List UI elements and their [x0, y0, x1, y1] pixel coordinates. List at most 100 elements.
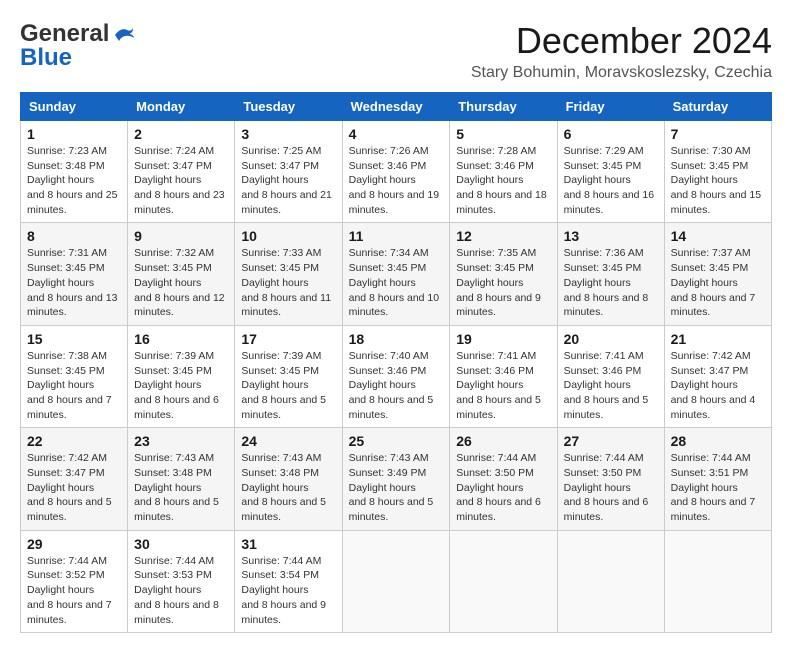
day-number: 25 [349, 433, 444, 449]
calendar-week-row: 8 Sunrise: 7:31 AM Sunset: 3:45 PM Dayli… [21, 223, 772, 325]
day-info: Sunrise: 7:41 AM Sunset: 3:46 PM Dayligh… [564, 349, 658, 422]
day-number: 12 [456, 228, 550, 244]
day-info: Sunrise: 7:42 AM Sunset: 3:47 PM Dayligh… [671, 349, 765, 422]
calendar-header-saturday: Saturday [664, 93, 771, 121]
day-info: Sunrise: 7:37 AM Sunset: 3:45 PM Dayligh… [671, 246, 765, 319]
calendar-cell: 5 Sunrise: 7:28 AM Sunset: 3:46 PM Dayli… [450, 121, 557, 223]
calendar-header-thursday: Thursday [450, 93, 557, 121]
day-number: 30 [134, 536, 228, 552]
day-number: 26 [456, 433, 550, 449]
day-info: Sunrise: 7:44 AM Sunset: 3:54 PM Dayligh… [241, 554, 335, 627]
calendar-cell: 18 Sunrise: 7:40 AM Sunset: 3:46 PM Dayl… [342, 325, 450, 427]
day-number: 29 [27, 536, 121, 552]
day-info: Sunrise: 7:36 AM Sunset: 3:45 PM Dayligh… [564, 246, 658, 319]
day-info: Sunrise: 7:33 AM Sunset: 3:45 PM Dayligh… [241, 246, 335, 319]
calendar-cell: 23 Sunrise: 7:43 AM Sunset: 3:48 PM Dayl… [128, 428, 235, 530]
day-number: 19 [456, 331, 550, 347]
calendar-header-friday: Friday [557, 93, 664, 121]
page-header: General Blue December 2024 Stary Bohumin… [20, 20, 772, 82]
calendar-cell: 4 Sunrise: 7:26 AM Sunset: 3:46 PM Dayli… [342, 121, 450, 223]
day-info: Sunrise: 7:43 AM Sunset: 3:49 PM Dayligh… [349, 451, 444, 524]
day-info: Sunrise: 7:34 AM Sunset: 3:45 PM Dayligh… [349, 246, 444, 319]
day-info: Sunrise: 7:44 AM Sunset: 3:52 PM Dayligh… [27, 554, 121, 627]
calendar-cell: 28 Sunrise: 7:44 AM Sunset: 3:51 PM Dayl… [664, 428, 771, 530]
day-number: 11 [349, 228, 444, 244]
day-info: Sunrise: 7:29 AM Sunset: 3:45 PM Dayligh… [564, 144, 658, 217]
calendar-cell: 12 Sunrise: 7:35 AM Sunset: 3:45 PM Dayl… [450, 223, 557, 325]
calendar-cell [342, 530, 450, 632]
day-info: Sunrise: 7:42 AM Sunset: 3:47 PM Dayligh… [27, 451, 121, 524]
calendar-cell: 20 Sunrise: 7:41 AM Sunset: 3:46 PM Dayl… [557, 325, 664, 427]
day-info: Sunrise: 7:44 AM Sunset: 3:51 PM Dayligh… [671, 451, 765, 524]
day-info: Sunrise: 7:43 AM Sunset: 3:48 PM Dayligh… [134, 451, 228, 524]
day-number: 2 [134, 126, 228, 142]
day-info: Sunrise: 7:23 AM Sunset: 3:48 PM Dayligh… [27, 144, 121, 217]
calendar-cell: 29 Sunrise: 7:44 AM Sunset: 3:52 PM Dayl… [21, 530, 128, 632]
day-number: 4 [349, 126, 444, 142]
day-info: Sunrise: 7:35 AM Sunset: 3:45 PM Dayligh… [456, 246, 550, 319]
calendar-cell: 16 Sunrise: 7:39 AM Sunset: 3:45 PM Dayl… [128, 325, 235, 427]
calendar-cell: 7 Sunrise: 7:30 AM Sunset: 3:45 PM Dayli… [664, 121, 771, 223]
calendar-header-row: SundayMondayTuesdayWednesdayThursdayFrid… [21, 93, 772, 121]
day-number: 28 [671, 433, 765, 449]
calendar-cell: 31 Sunrise: 7:44 AM Sunset: 3:54 PM Dayl… [235, 530, 342, 632]
day-number: 13 [564, 228, 658, 244]
calendar-header-monday: Monday [128, 93, 235, 121]
calendar-week-row: 22 Sunrise: 7:42 AM Sunset: 3:47 PM Dayl… [21, 428, 772, 530]
day-number: 16 [134, 331, 228, 347]
day-number: 14 [671, 228, 765, 244]
day-number: 1 [27, 126, 121, 142]
calendar-cell: 9 Sunrise: 7:32 AM Sunset: 3:45 PM Dayli… [128, 223, 235, 325]
calendar-week-row: 15 Sunrise: 7:38 AM Sunset: 3:45 PM Dayl… [21, 325, 772, 427]
day-number: 31 [241, 536, 335, 552]
calendar-cell: 3 Sunrise: 7:25 AM Sunset: 3:47 PM Dayli… [235, 121, 342, 223]
day-info: Sunrise: 7:39 AM Sunset: 3:45 PM Dayligh… [134, 349, 228, 422]
day-info: Sunrise: 7:38 AM Sunset: 3:45 PM Dayligh… [27, 349, 121, 422]
calendar: SundayMondayTuesdayWednesdayThursdayFrid… [20, 92, 772, 633]
calendar-cell: 30 Sunrise: 7:44 AM Sunset: 3:53 PM Dayl… [128, 530, 235, 632]
calendar-cell: 2 Sunrise: 7:24 AM Sunset: 3:47 PM Dayli… [128, 121, 235, 223]
calendar-cell [664, 530, 771, 632]
day-number: 27 [564, 433, 658, 449]
day-number: 8 [27, 228, 121, 244]
day-number: 21 [671, 331, 765, 347]
day-number: 24 [241, 433, 335, 449]
calendar-cell: 22 Sunrise: 7:42 AM Sunset: 3:47 PM Dayl… [21, 428, 128, 530]
day-info: Sunrise: 7:32 AM Sunset: 3:45 PM Dayligh… [134, 246, 228, 319]
day-number: 22 [27, 433, 121, 449]
title-area: December 2024 Stary Bohumin, Moravskosle… [471, 20, 772, 82]
day-info: Sunrise: 7:28 AM Sunset: 3:46 PM Dayligh… [456, 144, 550, 217]
day-info: Sunrise: 7:31 AM Sunset: 3:45 PM Dayligh… [27, 246, 121, 319]
calendar-header-sunday: Sunday [21, 93, 128, 121]
calendar-cell: 21 Sunrise: 7:42 AM Sunset: 3:47 PM Dayl… [664, 325, 771, 427]
day-number: 7 [671, 126, 765, 142]
day-number: 5 [456, 126, 550, 142]
day-info: Sunrise: 7:40 AM Sunset: 3:46 PM Dayligh… [349, 349, 444, 422]
logo: General Blue [20, 20, 135, 72]
day-info: Sunrise: 7:24 AM Sunset: 3:47 PM Dayligh… [134, 144, 228, 217]
location-title: Stary Bohumin, Moravskoslezsky, Czechia [471, 64, 772, 82]
calendar-week-row: 29 Sunrise: 7:44 AM Sunset: 3:52 PM Dayl… [21, 530, 772, 632]
day-info: Sunrise: 7:39 AM Sunset: 3:45 PM Dayligh… [241, 349, 335, 422]
calendar-cell: 10 Sunrise: 7:33 AM Sunset: 3:45 PM Dayl… [235, 223, 342, 325]
calendar-cell: 8 Sunrise: 7:31 AM Sunset: 3:45 PM Dayli… [21, 223, 128, 325]
day-number: 23 [134, 433, 228, 449]
calendar-cell: 15 Sunrise: 7:38 AM Sunset: 3:45 PM Dayl… [21, 325, 128, 427]
day-number: 17 [241, 331, 335, 347]
day-number: 15 [27, 331, 121, 347]
day-number: 9 [134, 228, 228, 244]
day-info: Sunrise: 7:44 AM Sunset: 3:50 PM Dayligh… [456, 451, 550, 524]
day-number: 6 [564, 126, 658, 142]
day-number: 20 [564, 331, 658, 347]
calendar-header-tuesday: Tuesday [235, 93, 342, 121]
day-info: Sunrise: 7:44 AM Sunset: 3:50 PM Dayligh… [564, 451, 658, 524]
day-info: Sunrise: 7:44 AM Sunset: 3:53 PM Dayligh… [134, 554, 228, 627]
calendar-cell: 1 Sunrise: 7:23 AM Sunset: 3:48 PM Dayli… [21, 121, 128, 223]
calendar-cell: 13 Sunrise: 7:36 AM Sunset: 3:45 PM Dayl… [557, 223, 664, 325]
calendar-header-wednesday: Wednesday [342, 93, 450, 121]
day-number: 18 [349, 331, 444, 347]
calendar-cell: 14 Sunrise: 7:37 AM Sunset: 3:45 PM Dayl… [664, 223, 771, 325]
calendar-cell [557, 530, 664, 632]
calendar-cell: 6 Sunrise: 7:29 AM Sunset: 3:45 PM Dayli… [557, 121, 664, 223]
calendar-cell: 17 Sunrise: 7:39 AM Sunset: 3:45 PM Dayl… [235, 325, 342, 427]
